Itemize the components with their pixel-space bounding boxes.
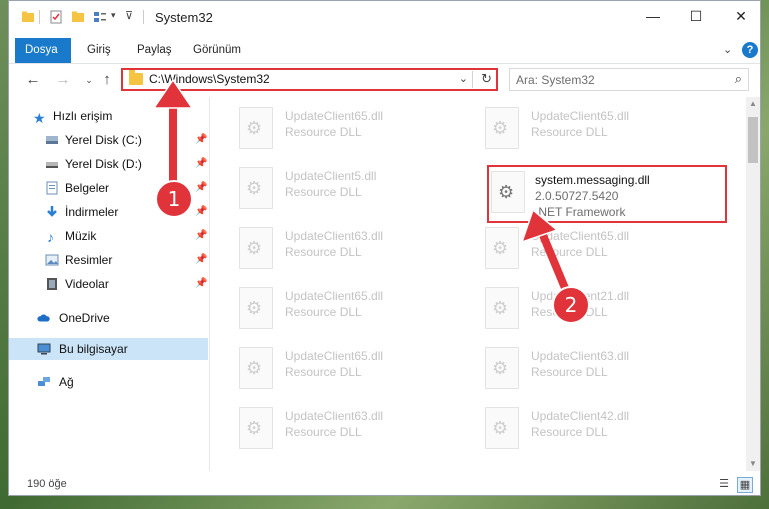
annotation-badge-2: 2	[552, 286, 590, 324]
arrow-1	[152, 78, 194, 194]
annotation-overlay	[152, 78, 574, 304]
annotation-badge-1: 1	[155, 180, 193, 218]
